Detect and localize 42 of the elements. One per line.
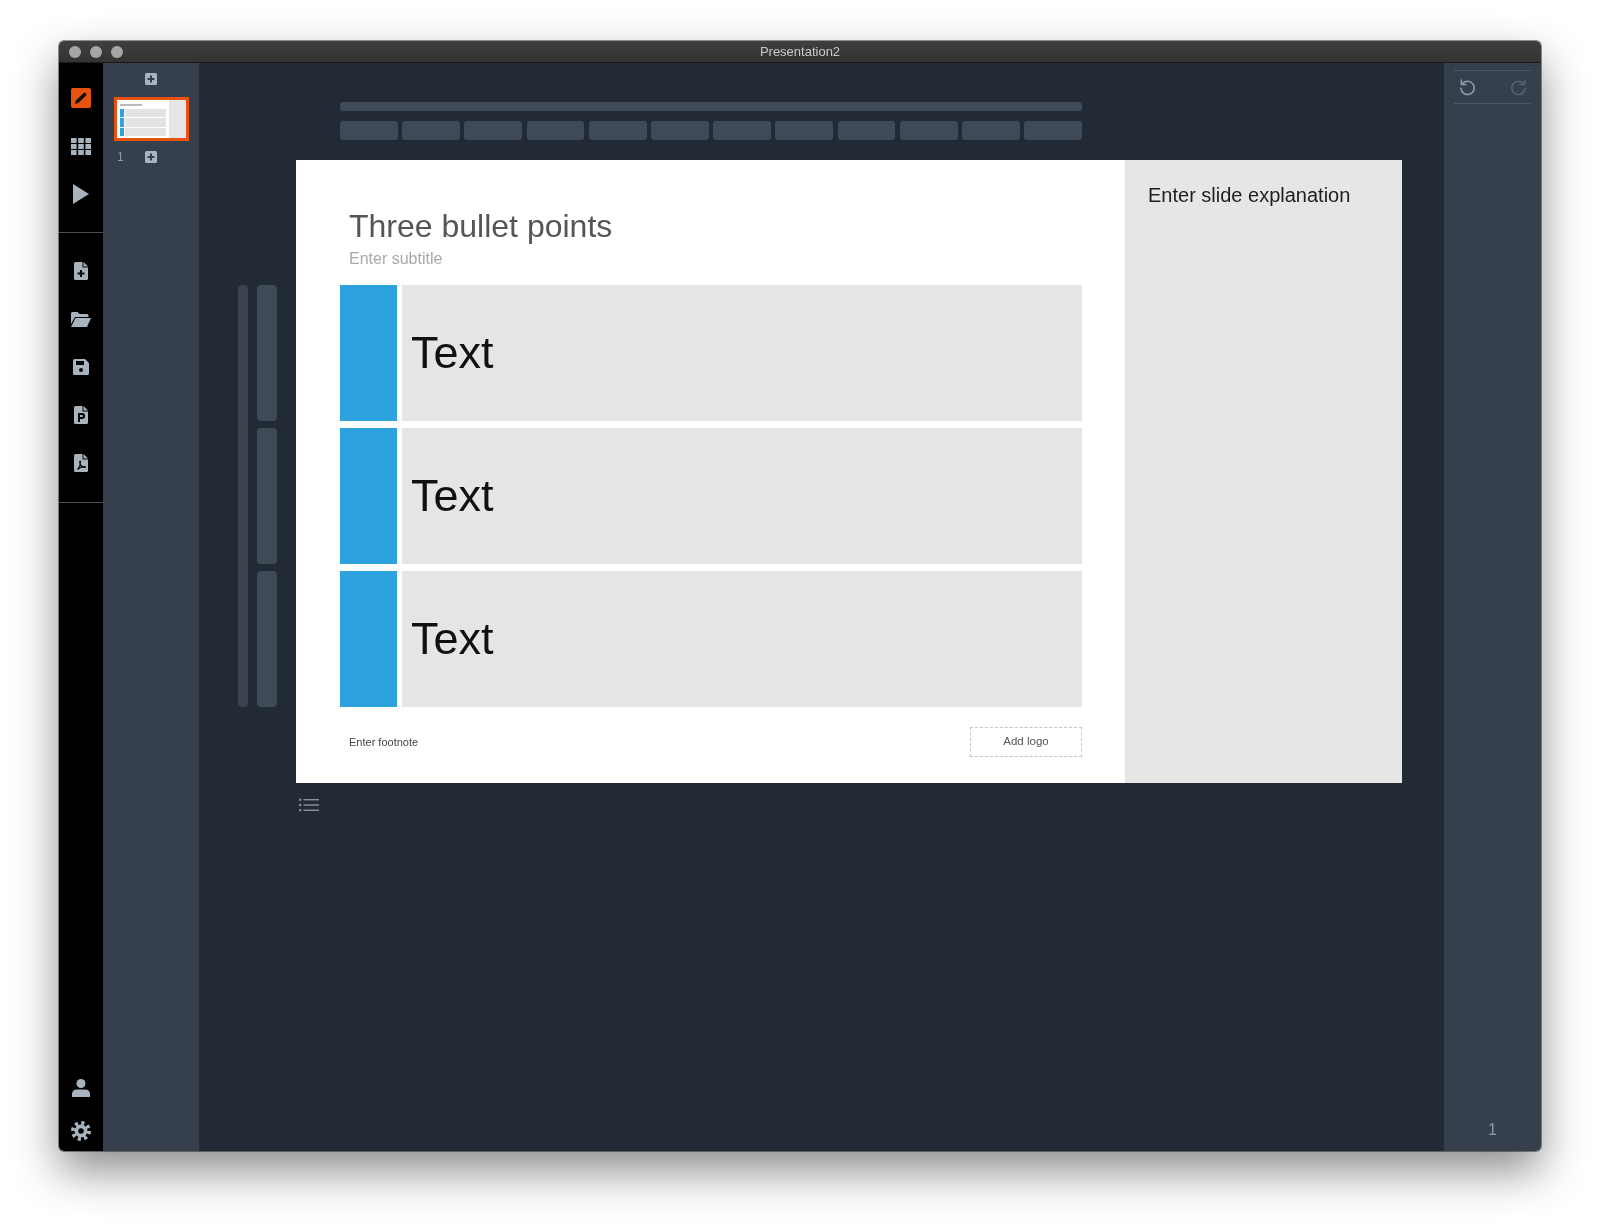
plus-icon [145, 73, 157, 85]
placeholder-block [464, 121, 523, 140]
placeholder-block [526, 121, 585, 140]
zoom-button[interactable] [111, 45, 123, 58]
undo-icon [1457, 78, 1477, 96]
slide-title: Three bullet points [349, 207, 613, 245]
page-number: 1 [1488, 1120, 1497, 1140]
outline-button[interactable] [299, 798, 319, 812]
slide-thumbnail[interactable] [113, 97, 189, 141]
placeholder-block [837, 121, 896, 140]
placeholder-block [651, 121, 709, 140]
document-plus-icon [74, 262, 88, 280]
placeholder-block [962, 121, 1020, 140]
bullet-text: Text [411, 327, 494, 379]
slide-footnote: Enter footnote [349, 735, 419, 749]
redo-icon [1508, 78, 1528, 96]
add-logo-button[interactable]: Add logo [970, 727, 1082, 757]
minimize-button[interactable] [90, 45, 102, 58]
placeholder-block [899, 121, 958, 140]
bullet-text: Text [411, 613, 494, 665]
placeholder-block [1024, 121, 1082, 140]
slide-number: 1 [116, 149, 125, 165]
plus-icon [145, 151, 157, 163]
placeholder-block [340, 121, 398, 140]
list-icon [299, 798, 319, 812]
pdf-icon [74, 454, 88, 472]
document-p-icon [74, 406, 88, 424]
placeholder-block [775, 121, 834, 140]
slide-explanation: Enter slide explanation [1148, 183, 1351, 207]
window-title: Presentation2 [759, 43, 841, 60]
slide-subtitle: Enter subtitle [349, 249, 443, 268]
placeholder-block [402, 121, 460, 140]
folder-icon [71, 311, 91, 327]
add-slide-button[interactable] [143, 149, 159, 165]
user-icon [72, 1079, 90, 1097]
placeholder-block [588, 121, 647, 140]
bullet-text: Text [411, 470, 494, 522]
save-icon [73, 359, 89, 375]
add-slide-button[interactable] [143, 71, 159, 87]
close-button[interactable] [69, 45, 81, 58]
settings-icon [71, 1121, 91, 1141]
placeholder-block [713, 121, 771, 140]
